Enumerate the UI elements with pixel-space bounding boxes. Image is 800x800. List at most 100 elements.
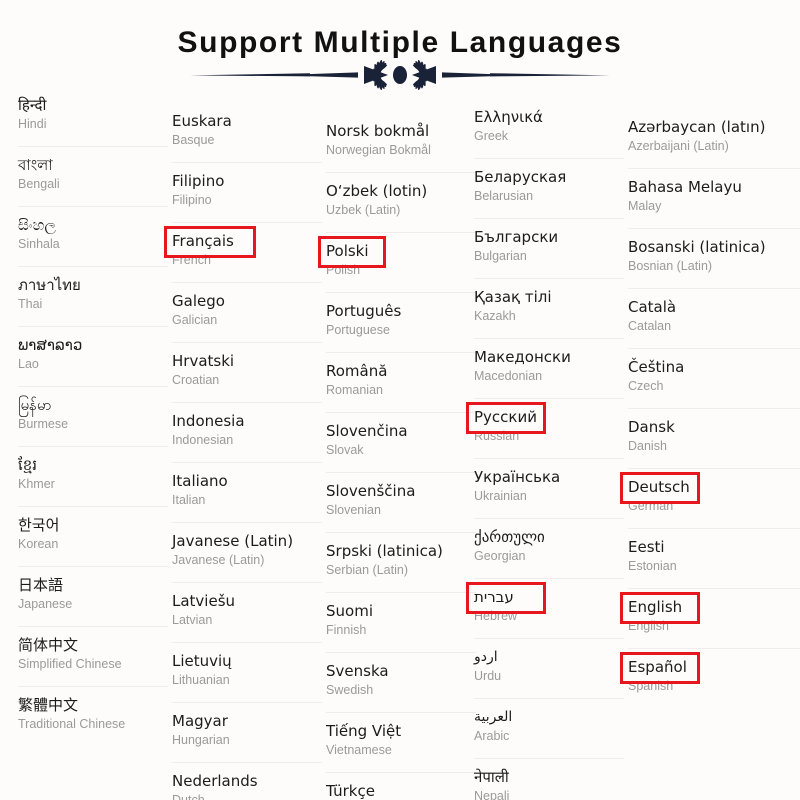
- language-item[interactable]: Euskara Basque: [172, 102, 324, 162]
- language-english-name: Georgian: [474, 549, 526, 563]
- language-item[interactable]: বাংলা Bengali: [18, 146, 170, 206]
- language-native-name: Eesti: [628, 538, 665, 556]
- language-item[interactable]: Français French: [164, 222, 324, 282]
- language-english-name: French: [172, 253, 211, 267]
- language-native-name: Indonesia: [172, 412, 245, 430]
- language-native-name: Català: [628, 298, 677, 316]
- language-item[interactable]: Indonesia Indonesian: [172, 402, 324, 462]
- language-english-name: Indonesian: [172, 433, 234, 447]
- language-item[interactable]: සිංහල Sinhala: [18, 206, 170, 266]
- language-support-page: Support Multiple Languages हिन्दी Hindi …: [0, 0, 800, 800]
- language-native-name: Македонски: [474, 348, 571, 366]
- language-english-name: Estonian: [628, 559, 677, 573]
- language-item[interactable]: Қазақ тілі Kazakh: [474, 278, 626, 338]
- language-item[interactable]: English English: [620, 588, 800, 648]
- language-column-2: Norsk bokmål Norwegian Bokmål O‘zbek (loti…: [318, 112, 478, 800]
- language-item[interactable]: Português Portuguese: [326, 292, 478, 352]
- language-item[interactable]: العربية Arabic: [474, 698, 626, 758]
- language-native-name: Bahasa Melayu: [628, 178, 742, 196]
- language-native-name: नेपाली: [474, 768, 509, 786]
- language-item[interactable]: ภาษาไทย Thai: [18, 266, 170, 326]
- language-item[interactable]: O‘zbek (lotin) Uzbek (Latin): [326, 172, 478, 232]
- language-item[interactable]: Hrvatski Croatian: [172, 342, 324, 402]
- language-native-name: O‘zbek (lotin): [326, 182, 428, 200]
- language-item[interactable]: עברית Hebrew: [466, 578, 626, 638]
- language-english-name: Korean: [18, 537, 59, 551]
- language-english-name: Filipino: [172, 193, 212, 207]
- language-english-name: Spanish: [628, 679, 674, 693]
- language-english-name: Hungarian: [172, 733, 230, 747]
- language-item[interactable]: Azərbaycan (latın) Azerbaijani (Latin): [628, 108, 800, 168]
- language-item[interactable]: Italiano Italian: [172, 462, 324, 522]
- language-item[interactable]: Svenska Swedish: [326, 652, 478, 712]
- language-item[interactable]: 日本語 Japanese: [18, 566, 170, 626]
- language-native-name: Türkçe: [326, 782, 375, 800]
- language-item[interactable]: Català Catalan: [628, 288, 800, 348]
- language-item[interactable]: Ελληνικά Greek: [474, 98, 626, 158]
- language-item[interactable]: Slovenčina Slovak: [326, 412, 478, 472]
- language-native-name: Norsk bokmål: [326, 122, 430, 140]
- language-item[interactable]: Suomi Finnish: [326, 592, 478, 652]
- language-item[interactable]: Български Bulgarian: [474, 218, 626, 278]
- language-english-name: German: [628, 499, 674, 513]
- language-item[interactable]: ພາສາລາວ Lao: [18, 326, 170, 386]
- language-item[interactable]: ქართული Georgian: [474, 518, 626, 578]
- page-title: Support Multiple Languages: [177, 26, 623, 59]
- language-native-name: ภาษาไทย: [18, 276, 81, 294]
- language-english-name: Greek: [474, 129, 509, 143]
- language-english-name: Croatian: [172, 373, 220, 387]
- language-english-name: Serbian (Latin): [326, 563, 408, 577]
- language-item[interactable]: Eesti Estonian: [628, 528, 800, 588]
- language-item[interactable]: Javanese (Latin) Javanese (Latin): [172, 522, 324, 582]
- language-native-name: Magyar: [172, 712, 228, 730]
- language-item[interactable]: Norsk bokmål Norwegian Bokmål: [326, 112, 478, 172]
- language-native-name: Galego: [172, 292, 225, 310]
- language-item[interactable]: Lietuvių Lithuanian: [172, 642, 324, 702]
- language-native-name: 简体中文: [18, 636, 79, 654]
- language-english-name: Czech: [628, 379, 664, 393]
- language-item[interactable]: Galego Galician: [172, 282, 324, 342]
- language-item[interactable]: اردو Urdu: [474, 638, 626, 698]
- language-item[interactable]: Deutsch German: [620, 468, 800, 528]
- language-item[interactable]: Srpski (latinica) Serbian (Latin): [326, 532, 478, 592]
- language-english-name: Lithuanian: [172, 673, 230, 687]
- language-item[interactable]: हिन्दी Hindi: [18, 86, 170, 146]
- language-item[interactable]: Nederlands Dutch: [172, 762, 324, 800]
- language-item[interactable]: TürkçeTurkish: [326, 772, 478, 800]
- language-item[interactable]: Македонски Macedonian: [474, 338, 626, 398]
- language-native-name: ພາສາລາວ: [18, 336, 83, 354]
- language-item[interactable]: Bahasa Melayu Malay: [628, 168, 800, 228]
- language-item[interactable]: Filipino Filipino: [172, 162, 324, 222]
- language-native-name: ქართული: [474, 528, 545, 546]
- language-item[interactable]: Tiếng Việt Vietnamese: [326, 712, 478, 772]
- language-native-name: Ελληνικά: [474, 108, 543, 126]
- language-english-name: Nepali: [474, 789, 510, 800]
- language-item[interactable]: नेपाली Nepali: [474, 758, 626, 800]
- language-item[interactable]: Українська Ukrainian: [474, 458, 626, 518]
- language-item[interactable]: 한국어 Korean: [18, 506, 170, 566]
- language-native-name: العربية: [474, 709, 513, 725]
- language-english-name: Arabic: [474, 729, 510, 743]
- page-header: Support Multiple Languages: [0, 0, 800, 92]
- language-english-name: Italian: [172, 493, 206, 507]
- language-item[interactable]: Беларуская Belarusian: [474, 158, 626, 218]
- language-native-name: 繁體中文: [18, 696, 79, 714]
- language-english-name: Danish: [628, 439, 667, 453]
- language-native-name: Svenska: [326, 662, 389, 680]
- language-item[interactable]: Bosanski (latinica) Bosnian (Latin): [628, 228, 800, 288]
- language-item[interactable]: Latviešu Latvian: [172, 582, 324, 642]
- language-item[interactable]: Čeština Czech: [628, 348, 800, 408]
- language-item[interactable]: Magyar Hungarian: [172, 702, 324, 762]
- language-item[interactable]: 简体中文 Simplified Chinese: [18, 626, 170, 686]
- language-item[interactable]: Español Spanish: [620, 648, 800, 708]
- language-item[interactable]: Русский Russian: [466, 398, 626, 458]
- language-native-name: Беларуская: [474, 168, 567, 186]
- language-item[interactable]: Dansk Danish: [628, 408, 800, 468]
- language-item[interactable]: ខ្មែរ Khmer: [18, 446, 170, 506]
- language-item[interactable]: 繁體中文 Traditional Chinese: [18, 686, 170, 746]
- language-item[interactable]: Română Romanian: [326, 352, 478, 412]
- language-item[interactable]: Polski Polish: [318, 232, 478, 292]
- language-item[interactable]: Slovenščina Slovenian: [326, 472, 478, 532]
- language-english-name: Dutch: [172, 793, 205, 800]
- language-item[interactable]: မြန်မာ Burmese: [18, 386, 170, 446]
